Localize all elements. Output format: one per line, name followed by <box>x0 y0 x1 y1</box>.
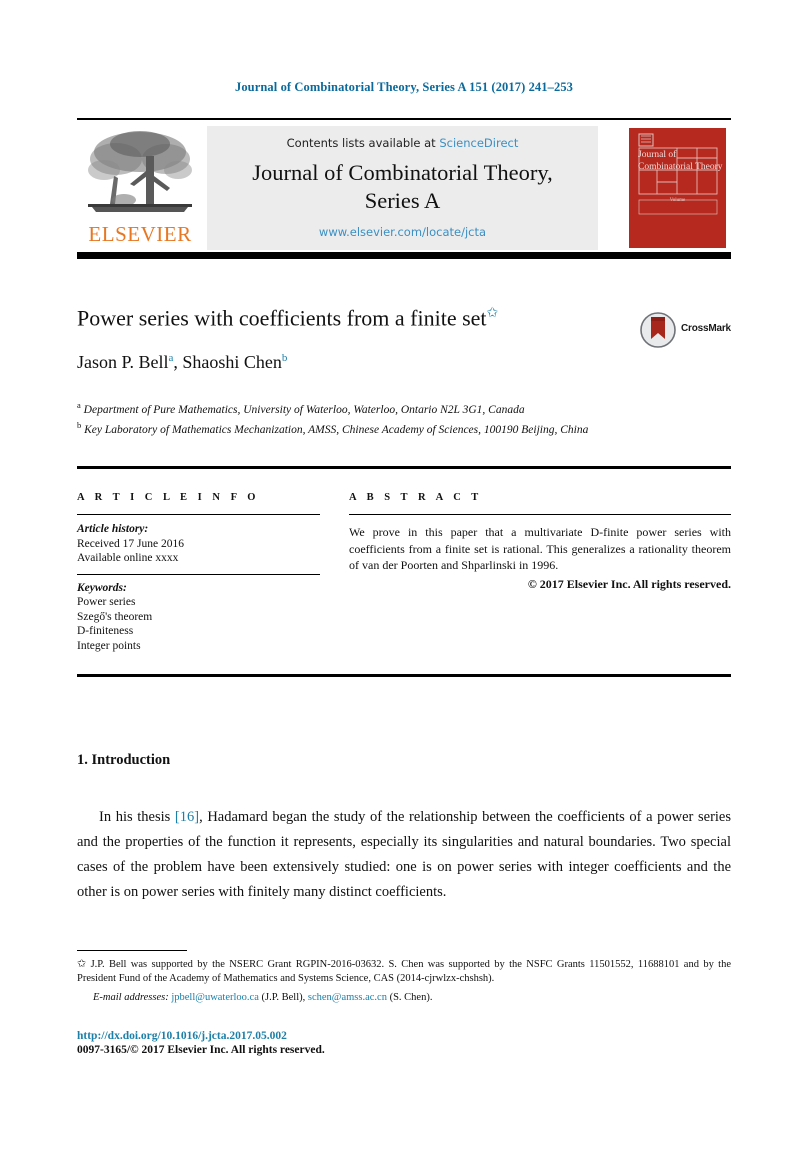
journal-title: Journal of Combinatorial Theory, Series … <box>207 159 598 215</box>
elsevier-tree-icon <box>88 131 192 212</box>
author-one: Jason P. Bell <box>77 352 169 373</box>
page-title: Power series with coefficients from a fi… <box>77 300 597 332</box>
running-head: Journal of Combinatorial Theory, Series … <box>234 80 574 94</box>
title-block: Power series with coefficients from a fi… <box>77 300 731 373</box>
footnote-separator-rule <box>77 950 187 951</box>
author-two: , Shaoshi Chen <box>173 352 282 373</box>
abstract-heading-rule <box>349 514 731 515</box>
journal-masthead: ELSEVIER Contents lists available at Sci… <box>77 118 731 259</box>
journal-title-line1: Journal of Combinatorial Theory, <box>252 160 553 185</box>
article-history-label: Article history: <box>77 523 149 535</box>
journal-homepage-link[interactable]: www.elsevier.com/locate/jcta <box>207 225 598 239</box>
keywords-label: Keywords: <box>77 581 127 594</box>
article-available-online: Available online xxxx <box>77 552 179 564</box>
doi-link[interactable]: http://dx.doi.org/10.1016/j.jcta.2017.05… <box>77 1030 677 1042</box>
affiliation-a: a Department of Pure Mathematics, Univer… <box>77 398 677 418</box>
affiliation-bottom-rule <box>77 466 731 469</box>
abstract-heading: A B S T R A C T <box>349 492 483 503</box>
keyword-item: Power series <box>77 596 136 608</box>
cover-volume-text: Volume <box>669 198 686 203</box>
introduction-paragraph: In his thesis [16], Hadamard began the s… <box>77 805 731 905</box>
article-received-date: Received 17 June 2016 <box>77 537 184 550</box>
masthead-top-rule <box>77 118 731 120</box>
footnote-star-marker: ✩ <box>77 958 87 970</box>
journal-cover-image: Journal of Combinatorial Theory Volume <box>629 128 726 248</box>
elsevier-wordmark: ELSEVIER <box>88 222 192 246</box>
keywords-block: Keywords: Power series Szegő's theorem D… <box>77 573 320 654</box>
abstract-text: We prove in this paper that a multivaria… <box>349 525 731 572</box>
article-history: Article history: Received 17 June 2016 A… <box>77 522 320 566</box>
funding-footnote: ✩ J.P. Bell was supported by the NSERC G… <box>77 957 731 986</box>
sciencedirect-link[interactable]: ScienceDirect <box>439 136 518 150</box>
affiliations: a Department of Pure Mathematics, Univer… <box>77 398 677 439</box>
article-info-heading: A R T I C L E I N F O <box>77 492 260 503</box>
email-link-bell[interactable]: jpbell@uwaterloo.ca <box>171 992 259 1003</box>
footnote-block: ✩ J.P. Bell was supported by the NSERC G… <box>77 957 731 1005</box>
article-info-heading-rule <box>77 514 320 515</box>
crossmark-icon <box>640 312 676 348</box>
crossmark-label: CrossMark <box>681 323 731 334</box>
cover-title-text: Journal of Combinatorial Theory <box>638 150 723 172</box>
email-owner-bell: (J.P. Bell), <box>258 992 308 1003</box>
cover-grid-lines-icon <box>638 133 718 215</box>
email-footnote: E-mail addresses: jpbell@uwaterloo.ca (J… <box>77 991 731 1005</box>
keyword-item: Szegő's theorem <box>77 610 153 623</box>
abstract-copyright: © 2017 Elsevier Inc. All rights reserved… <box>527 576 731 591</box>
masthead-bottom-rule <box>77 252 731 259</box>
affiliation-b-text: Key Laboratory of Mathematics Mechanizat… <box>81 424 589 437</box>
keyword-item: D-finiteness <box>77 625 134 637</box>
elsevier-logo: ELSEVIER <box>81 126 199 250</box>
abstract-bottom-rule <box>77 674 731 677</box>
author-two-affiliation-marker[interactable]: b <box>282 352 288 364</box>
journal-title-line2: Series A <box>364 188 441 213</box>
article-info-block: A R T I C L E I N F O Article history: R… <box>77 492 320 653</box>
email-owner-chen: (S. Chen). <box>386 992 433 1003</box>
contents-box: Contents lists available at ScienceDirec… <box>207 126 598 250</box>
journal-cover-thumbnail: Journal of Combinatorial Theory Volume <box>625 124 730 252</box>
issn-copyright-line: 0097-3165/© 2017 Elsevier Inc. All right… <box>77 1044 325 1056</box>
email-link-chen[interactable]: schen@amss.ac.cn <box>308 992 387 1003</box>
paper-page: Journal of Combinatorial Theory, Series … <box>0 0 808 1162</box>
contents-available-line: Contents lists available at ScienceDirec… <box>207 136 598 150</box>
contents-prefix: Contents lists available at <box>286 136 440 150</box>
abstract-block: A B S T R A C T We prove in this paper t… <box>349 492 731 592</box>
citation-link-16[interactable]: [16] <box>175 809 199 825</box>
keyword-item: Integer points <box>77 639 141 652</box>
affiliation-a-text: Department of Pure Mathematics, Universi… <box>80 403 525 416</box>
paper-title-text: Power series with coefficients from a fi… <box>77 305 487 331</box>
section-heading-introduction: 1. Introduction <box>77 752 171 768</box>
title-footnote-marker[interactable]: ✩ <box>487 306 499 321</box>
intro-text-before-citation: In his thesis <box>99 809 175 825</box>
author-list: Jason P. Bella, Shaoshi Chenb <box>77 352 731 373</box>
funding-footnote-text: J.P. Bell was supported by the NSERC Gra… <box>77 959 731 984</box>
crossmark-badge-group[interactable]: CrossMark <box>640 312 732 348</box>
email-addresses-label: E-mail addresses: <box>93 992 169 1003</box>
doi-block: http://dx.doi.org/10.1016/j.jcta.2017.05… <box>77 1030 677 1056</box>
affiliation-b: b Key Laboratory of Mathematics Mechaniz… <box>77 418 677 438</box>
